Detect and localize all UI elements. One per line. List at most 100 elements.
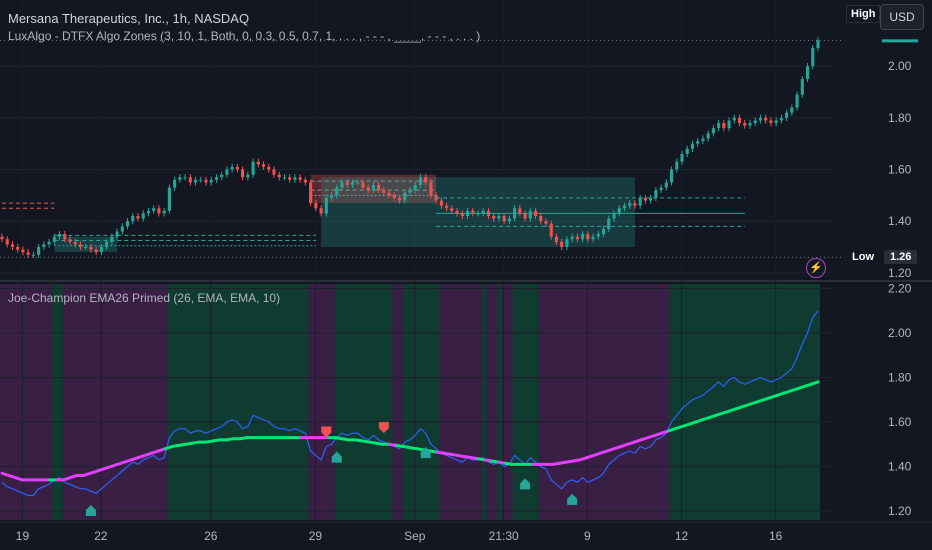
candle-up: [251, 161, 255, 175]
candle-down: [549, 223, 553, 237]
candle-down: [256, 161, 260, 165]
candle-down: [434, 195, 438, 201]
ema-series-segment: [449, 452, 460, 457]
candle-up: [335, 187, 339, 196]
candle-up: [47, 241, 51, 245]
low-price-label: Low: [848, 250, 878, 264]
ema-series-segment: [476, 457, 487, 462]
candle-down: [764, 117, 768, 121]
ema-series-segment: [585, 453, 596, 460]
trend-band: [502, 284, 513, 520]
trend-band: [52, 284, 63, 520]
candle-up: [115, 231, 119, 237]
candle-up: [225, 169, 229, 175]
lightning-icon[interactable]: ⚡: [806, 258, 826, 278]
ema-series-segment: [503, 461, 514, 466]
ema-series-segment: [163, 445, 174, 451]
candle-down: [78, 244, 83, 247]
candle-up: [612, 213, 616, 219]
candle-down: [471, 210, 475, 214]
candle-up: [340, 182, 344, 188]
price-series-line: [1, 310, 819, 497]
candle-up: [350, 182, 355, 185]
ema-series-segment: [374, 441, 385, 446]
candle-up: [669, 169, 674, 183]
candle-up: [110, 236, 114, 242]
ema-series-segment: [456, 453, 466, 459]
ema-series-segment: [496, 460, 507, 465]
high-price-label: High: [846, 5, 881, 23]
ema-series-segment: [7, 473, 18, 480]
trend-band: [496, 284, 503, 520]
candle-up: [209, 179, 213, 183]
time-tick-label: 22: [94, 529, 108, 543]
chart-canvas[interactable]: 2.001.801.601.401.202.202.001.801.601.40…: [0, 0, 932, 550]
ema-series-segment: [728, 407, 738, 413]
ema-series-segment: [612, 445, 623, 451]
currency-button[interactable]: USD: [880, 4, 924, 30]
candle-up: [680, 154, 684, 162]
candle-up: [659, 187, 663, 191]
ema-series-segment: [639, 436, 650, 442]
ema-series-segment: [401, 445, 412, 450]
candle-up: [664, 182, 668, 188]
ema-series-segment: [61, 476, 72, 482]
candle-up: [622, 205, 627, 209]
ema-series-segment: [558, 460, 568, 465]
candle-up: [711, 128, 715, 134]
trend-band: [392, 284, 403, 520]
candle-down: [5, 239, 9, 245]
ema-series-segment: [177, 442, 188, 447]
candle-up: [675, 161, 679, 170]
candle-down: [429, 182, 433, 196]
candle-up: [293, 177, 297, 180]
time-tick-label: 12: [675, 529, 689, 543]
candle-up: [685, 148, 689, 154]
ema-series-segment: [415, 447, 426, 452]
candle-up: [732, 117, 736, 121]
time-tick-label: Sep: [404, 529, 426, 543]
candle-up: [811, 48, 815, 67]
candle-up: [329, 195, 334, 198]
candle-up: [690, 143, 695, 149]
ema-series-segment: [88, 469, 99, 475]
candle-up: [748, 123, 752, 126]
ema-series-segment: [462, 455, 473, 460]
candle-up: [220, 174, 224, 178]
trend-band: [669, 284, 820, 520]
candle-down: [204, 179, 208, 183]
candle-up: [696, 141, 700, 144]
candle-down: [743, 123, 747, 126]
bear-zone: [310, 174, 437, 204]
candle-up: [758, 117, 763, 121]
candle-up: [371, 185, 375, 191]
candle-up: [565, 239, 569, 247]
time-tick-label: 9: [584, 529, 591, 543]
candle-down: [241, 169, 245, 178]
ema-series-segment: [687, 420, 698, 426]
candle-down: [560, 241, 564, 247]
candle-up: [57, 234, 62, 237]
ema-series-segment: [238, 436, 249, 441]
ema-series-segment: [0, 471, 11, 477]
candle-up: [701, 138, 705, 142]
buy-signal-marker: [331, 451, 342, 463]
candle-up: [805, 66, 810, 80]
candle-down: [63, 234, 67, 240]
ema-series-segment: [14, 476, 24, 482]
candle-up: [282, 177, 287, 179]
candle-down: [382, 190, 386, 193]
price-tick-label: 1.40: [888, 214, 912, 228]
candle-up: [199, 179, 203, 181]
ema-indicator-legend[interactable]: Joe-Champion EMA26 Primed (26, EMA, EMA,…: [8, 291, 280, 305]
candle-down: [188, 177, 192, 183]
candle-up: [607, 218, 611, 229]
candle-down: [643, 197, 647, 201]
indicator-legend[interactable]: LuxAlgo - DTFX Algo Zones (3, 10, 1, Bot…: [8, 29, 480, 43]
ema-series-segment: [660, 429, 670, 435]
buy-signal-marker: [85, 505, 96, 517]
ema-series-segment: [483, 458, 494, 463]
candle-up: [324, 197, 328, 214]
candle-down: [769, 120, 773, 123]
ema-series-segment: [211, 438, 222, 443]
